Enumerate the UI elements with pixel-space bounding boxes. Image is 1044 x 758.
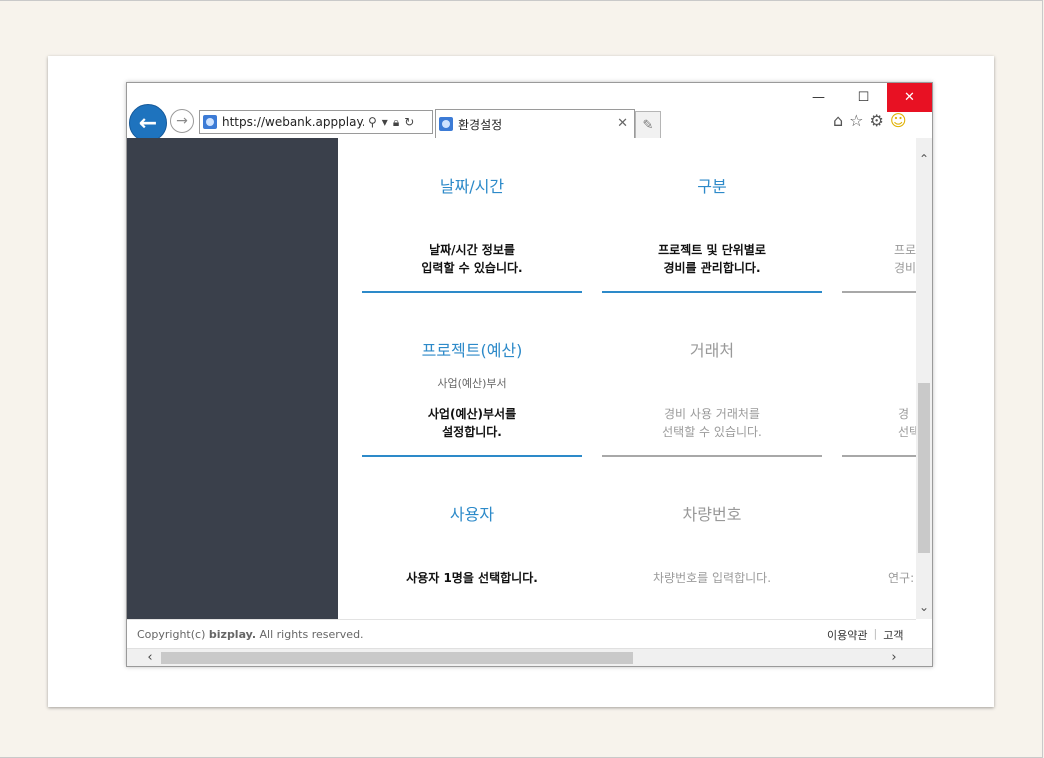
tile-title: 날짜/시간: [439, 177, 505, 196]
tile-underline: [602, 291, 822, 293]
forward-button[interactable]: →: [170, 109, 194, 133]
lock-icon[interactable]: 🔒︎: [393, 115, 399, 130]
browser-toolbar: ⌂ ☆ ⚙ ☺: [833, 111, 907, 130]
address-actions: ⚲ ▾ 🔒︎ ↻: [368, 115, 414, 130]
tile-underline: [842, 291, 916, 293]
vertical-scrollbar[interactable]: ⌃ ⌄: [916, 138, 932, 619]
tile-underline: [362, 291, 582, 293]
tile-title: 차량번호: [682, 505, 742, 524]
close-button[interactable]: ✕: [887, 83, 932, 112]
new-tab-icon: ✎: [642, 117, 654, 133]
address-bar[interactable]: https://webank.appplay... ⚲ ▾ 🔒︎ ↻: [199, 110, 433, 134]
tab-close-icon[interactable]: ✕: [617, 116, 628, 131]
gear-icon[interactable]: ⚙: [870, 111, 884, 130]
back-arrow-icon: ←: [138, 110, 158, 136]
maximize-button[interactable]: ☐: [841, 83, 886, 112]
scroll-down-icon[interactable]: ⌄: [916, 600, 932, 616]
address-url[interactable]: https://webank.appplay...: [222, 115, 364, 129]
tile-title: 거래처: [689, 341, 735, 360]
tab-title: 환경설정: [458, 117, 503, 132]
browser-titlebar: — ☐ ✕ ← → https://webank.appplay... ⚲ ▾ …: [127, 83, 932, 142]
smiley-icon[interactable]: ☺: [890, 111, 907, 130]
tile-underline: [842, 455, 916, 457]
tile-description: 사용자 1명을 선택합니다.: [406, 571, 538, 585]
tile-title: 구분: [697, 177, 727, 196]
search-icon[interactable]: ⚲: [368, 115, 377, 130]
tile-description: 경 선택: [898, 407, 916, 439]
tile-description: 프로젝트 및 단위별로 경비를 관리합니다.: [658, 243, 766, 275]
tile-user[interactable]: 사용자 사용자 1명을 선택합니다.: [362, 466, 582, 619]
forward-arrow-icon: →: [176, 113, 188, 129]
horizontal-scroll-thumb[interactable]: [161, 652, 633, 664]
support-link[interactable]: 고객: [883, 627, 903, 643]
sidebar: [127, 138, 338, 619]
tile-description: 날짜/시간 정보를 입력할 수 있습니다.: [421, 243, 523, 275]
tile-partial-1[interactable]: 프로 경비: [842, 138, 916, 293]
scroll-right-icon[interactable]: ›: [885, 649, 903, 666]
page-footer: Copyright(c) bizplay. All rights reserve…: [127, 619, 916, 649]
home-icon[interactable]: ⌂: [833, 111, 843, 130]
settings-grid: 날짜/시간 날짜/시간 정보를 입력할 수 있습니다. 구분 프로젝트 및 단위…: [338, 138, 916, 619]
scroll-left-icon[interactable]: ‹: [141, 649, 159, 666]
scroll-up-icon[interactable]: ⌃: [916, 152, 932, 168]
copyright-text: Copyright(c) bizplay. All rights reserve…: [137, 628, 364, 641]
tile-underline: [362, 455, 582, 457]
refresh-icon[interactable]: ↻: [404, 115, 414, 130]
site-favicon-icon: [203, 115, 217, 129]
vertical-scroll-thumb[interactable]: [918, 383, 930, 553]
tile-category[interactable]: 구분 프로젝트 및 단위별로 경비를 관리합니다.: [602, 138, 822, 293]
tile-title: 프로젝트(예산): [421, 341, 523, 360]
minimize-button[interactable]: —: [796, 83, 841, 112]
tile-description: 연구:: [888, 571, 915, 585]
copyright-suffix: All rights reserved.: [256, 628, 364, 641]
tile-date-time[interactable]: 날짜/시간 날짜/시간 정보를 입력할 수 있습니다.: [362, 138, 582, 293]
browser-window: — ☐ ✕ ← → https://webank.appplay... ⚲ ▾ …: [126, 82, 933, 667]
footer-divider: |: [873, 626, 878, 640]
tile-description: 경비 사용 거래처를 선택할 수 있습니다.: [662, 407, 762, 439]
new-tab-button[interactable]: ✎: [635, 111, 661, 139]
tile-project-budget[interactable]: 프로젝트(예산) 사업(예산)부서 사업(예산)부서를 설정합니다.: [362, 302, 582, 457]
tile-underline: [602, 455, 822, 457]
terms-link[interactable]: 이용약관: [827, 627, 867, 643]
star-icon[interactable]: ☆: [849, 111, 863, 130]
tab-favicon-icon: [439, 117, 453, 131]
tile-partial-2[interactable]: 경 선택: [842, 302, 916, 457]
horizontal-scrollbar[interactable]: ‹ ›: [127, 648, 932, 666]
tile-subtitle: 사업(예산)부서: [437, 377, 507, 390]
footer-links: 이용약관 | 고객: [827, 627, 903, 643]
tile-description: 사업(예산)부서를 설정합니다.: [427, 407, 517, 439]
tile-description: 차량번호를 입력합니다.: [652, 571, 772, 585]
tile-vendor[interactable]: 거래처 경비 사용 거래처를 선택할 수 있습니다.: [602, 302, 822, 457]
tile-title: 사용자: [449, 505, 495, 524]
copyright-prefix: Copyright(c): [137, 628, 209, 641]
dropdown-icon[interactable]: ▾: [382, 115, 388, 130]
back-button[interactable]: ←: [129, 104, 167, 142]
tile-partial-3[interactable]: 연구:: [842, 466, 916, 619]
brand-name: bizplay.: [208, 628, 257, 641]
tile-description: 프로 경비: [894, 243, 916, 275]
tile-vehicle-number[interactable]: 차량번호 차량번호를 입력합니다.: [602, 466, 822, 619]
tab-settings[interactable]: 환경설정 ✕: [435, 109, 635, 138]
page-content: 날짜/시간 날짜/시간 정보를 입력할 수 있습니다. 구분 프로젝트 및 단위…: [127, 138, 916, 619]
